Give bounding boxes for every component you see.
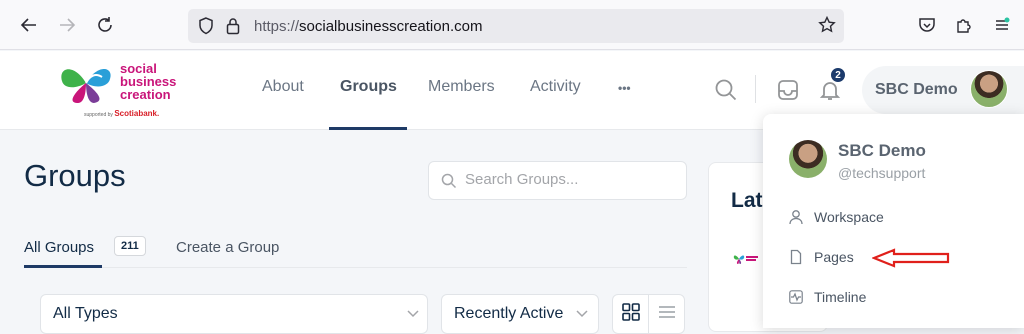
chevron-down-icon xyxy=(407,307,419,321)
logo-line3: creation xyxy=(120,87,171,102)
menu-item-label: Workspace xyxy=(814,209,884,225)
header-divider xyxy=(755,75,756,103)
inbox-icon[interactable] xyxy=(775,77,801,103)
list-view-button[interactable] xyxy=(648,294,685,334)
logo-sponsor-name: Scotiabank. xyxy=(114,109,160,118)
page-title: Groups xyxy=(24,158,126,193)
address-bar[interactable]: https://socialbusinesscreation.com xyxy=(188,9,844,43)
nav-members[interactable]: Members xyxy=(428,78,495,96)
dropdown-user-handle: @techsupport xyxy=(838,165,926,181)
nav-more-button[interactable]: ••• xyxy=(618,81,631,95)
activity-icon xyxy=(789,289,803,305)
menu-item-label: Timeline xyxy=(814,289,867,305)
tab-create-group[interactable]: Create a Group xyxy=(176,239,279,256)
notification-badge: 2 xyxy=(829,66,847,84)
menu-item-workspace[interactable]: Workspace xyxy=(789,206,884,228)
tab-all-groups[interactable]: All Groups xyxy=(24,239,94,256)
tabs-divider xyxy=(24,267,687,268)
header-user-name: SBC Demo xyxy=(875,81,958,98)
logo-sponsor: supported by Scotiabank. xyxy=(84,109,159,118)
dropdown-user-name[interactable]: SBC Demo xyxy=(838,141,926,161)
logo-supported-by: supported by xyxy=(84,112,113,118)
url-scheme: https:// xyxy=(254,18,300,35)
pocket-icon[interactable] xyxy=(918,16,936,39)
search-icon[interactable] xyxy=(713,77,739,103)
bookmark-star-icon[interactable] xyxy=(818,15,836,39)
annotation-arrow-icon xyxy=(872,248,950,268)
avatar xyxy=(970,70,1008,108)
search-icon xyxy=(441,173,457,194)
page-icon xyxy=(789,249,803,265)
groups-count-badge: 211 xyxy=(114,236,146,256)
reload-icon[interactable] xyxy=(93,13,117,37)
avatar xyxy=(789,140,827,178)
list-icon xyxy=(658,304,676,325)
tab-active-underline xyxy=(24,265,102,268)
menu-item-label: Pages xyxy=(814,249,854,265)
browser-toolbar: https://socialbusinesscreation.com xyxy=(0,0,1024,50)
butterfly-logo-icon xyxy=(61,69,111,103)
chevron-down-icon xyxy=(576,307,588,321)
user-menu-toggle[interactable]: SBC Demo xyxy=(862,66,1024,114)
nav-active-underline xyxy=(329,127,407,130)
menu-item-pages[interactable]: Pages xyxy=(789,246,854,268)
latest-widget-title: Lat xyxy=(731,189,763,212)
logo-wordmark: social business creation xyxy=(120,62,176,101)
menu-item-timeline[interactable]: Timeline xyxy=(789,286,866,308)
shield-icon[interactable] xyxy=(198,17,214,40)
url-text[interactable]: https://socialbusinesscreation.com xyxy=(254,18,482,35)
user-dropdown-menu: SBC Demo @techsupport Workspace Pages Ti… xyxy=(763,114,1024,328)
grid-icon xyxy=(621,302,640,326)
lock-icon[interactable] xyxy=(226,17,240,40)
back-arrow-icon[interactable] xyxy=(17,13,41,37)
type-filter-select[interactable]: All Types xyxy=(40,294,428,334)
user-icon xyxy=(789,209,803,225)
nav-activity[interactable]: Activity xyxy=(530,78,581,96)
order-filter-select[interactable]: Recently Active xyxy=(441,294,599,334)
menu-icon[interactable] xyxy=(993,16,1011,39)
url-host: socialbusinesscreation.com xyxy=(299,18,483,35)
grid-view-button[interactable] xyxy=(612,294,649,334)
site-logo[interactable]: social business creation supported by Sc… xyxy=(56,59,186,121)
nav-about[interactable]: About xyxy=(262,78,304,96)
group-search xyxy=(428,161,687,200)
search-input[interactable] xyxy=(465,171,675,188)
order-filter-value: Recently Active xyxy=(454,305,564,322)
type-filter-value: All Types xyxy=(53,305,118,322)
group-thumbnail-logo[interactable] xyxy=(733,253,763,265)
extensions-icon[interactable] xyxy=(955,16,973,39)
forward-arrow-icon[interactable] xyxy=(55,13,79,37)
nav-groups[interactable]: Groups xyxy=(340,78,397,96)
